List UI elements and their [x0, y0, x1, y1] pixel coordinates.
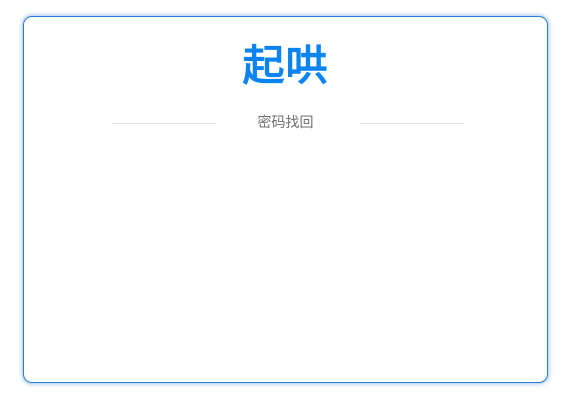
app-logo: 起哄 [242, 41, 329, 90]
dialog-content-area [34, 147, 537, 372]
password-recovery-dialog: 起哄 密码找回 [23, 16, 548, 383]
dialog-subtitle: 密码找回 [257, 115, 314, 131]
divider-right [360, 123, 464, 124]
